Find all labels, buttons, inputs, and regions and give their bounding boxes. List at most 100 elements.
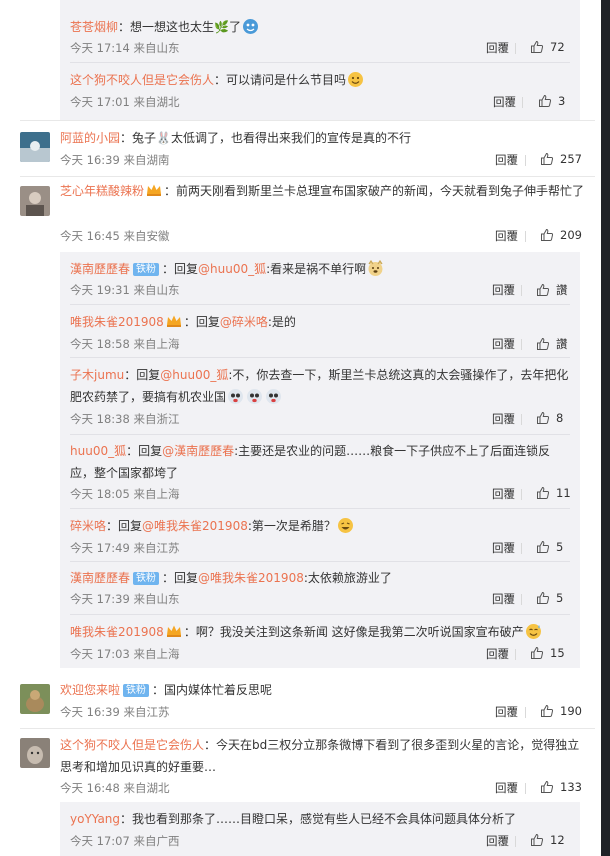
reply-button[interactable]: 回覆 xyxy=(495,228,518,244)
username-link[interactable]: 这个狗不咬人但是它会伤人 xyxy=(60,738,204,752)
crying-emoji-icon xyxy=(227,388,244,405)
reply-thread: 漢南歷歷春 铁粉 ：回复@huu00_狐:看来是祸不单行啊 今天 19:31 来自山… xyxy=(60,252,580,668)
reply-meta: 今天 17:39 来自山东 xyxy=(70,592,180,606)
username-link[interactable]: 漢南歷歷春 xyxy=(70,262,130,276)
like-button[interactable]: 190 xyxy=(540,704,582,718)
like-button[interactable]: 讚 xyxy=(536,282,568,298)
reply-button[interactable]: 回覆 xyxy=(492,336,515,352)
grin-emoji-icon xyxy=(347,71,364,88)
reply-meta: 今天 17:03 来自上海 xyxy=(70,647,180,661)
like-button[interactable]: 12 xyxy=(530,833,565,847)
reply-item: 这个狗不咬人但是它会伤人：可以请问是什么节目吗 今天 17:01 来自湖北 回覆… xyxy=(60,62,580,120)
reply-button[interactable]: 回覆 xyxy=(492,411,515,427)
reply-button[interactable]: 回覆 xyxy=(492,591,515,607)
reply-text: 漢南歷歷春 铁粉 ：回复@huu00_狐:看来是祸不单行啊 xyxy=(70,258,385,280)
username-link[interactable]: 唯我朱雀201908 xyxy=(70,315,164,329)
reply-button[interactable]: 回覆 xyxy=(492,540,515,556)
comment-body: ：国内媒体忙着反思呢 xyxy=(152,683,273,697)
username-link[interactable]: huu00_狐 xyxy=(70,444,126,458)
comment-item: 芝心年糕酸辣粉 ：前两天刚看到斯里兰卡总理宣布国家破产的新闻，今天就看到兔子伸手帮… xyxy=(0,176,610,252)
comment-text: 芝心年糕酸辣粉 ：前两天刚看到斯里兰卡总理宣布国家破产的新闻，今天就看到兔子伸手帮… xyxy=(60,180,584,202)
reply-item: yoYYang：我也看到那条了……目瞪口呆，感觉有些人已经不会具体问题具体分析了… xyxy=(60,802,580,856)
mention-link[interactable]: @漢南歷歷春 xyxy=(162,444,234,458)
username-link[interactable]: yoYYang xyxy=(70,812,120,826)
mention-link[interactable]: @唯我朱雀201908 xyxy=(142,519,248,533)
avatar[interactable] xyxy=(20,186,50,216)
reply-meta: 今天 17:14 来自山东 xyxy=(70,41,180,55)
doge-emoji-icon xyxy=(367,259,384,277)
action-separator xyxy=(521,489,522,500)
thumbs-up-icon xyxy=(536,591,550,605)
mention-link[interactable]: @碎米咯 xyxy=(220,315,268,329)
like-count: 讚 xyxy=(556,283,568,297)
reply-button[interactable]: 回覆 xyxy=(492,486,515,502)
reply-body: ：啊？我没关注到这条新闻 这好像是我第二次听说国家宣布破产 xyxy=(183,625,524,639)
reply-button[interactable]: 回覆 xyxy=(492,282,515,298)
like-button[interactable]: 11 xyxy=(536,486,571,500)
like-button[interactable]: 209 xyxy=(540,228,582,242)
thumbs-up-icon xyxy=(540,152,554,166)
mention-link[interactable]: @huu00_狐 xyxy=(198,262,266,276)
reply-body: ：想一想这也太生🌿了 xyxy=(118,20,241,34)
reply-item: 子木jumu：回复@huu00_狐:不，你去查一下，斯里兰卡总统这真的太会骚操作… xyxy=(60,357,580,434)
username-link[interactable]: 欢迎您来啦 xyxy=(60,683,120,697)
like-button[interactable]: 15 xyxy=(530,646,565,660)
crying-emoji-icon xyxy=(246,388,263,405)
avatar[interactable] xyxy=(20,738,50,768)
username-link[interactable]: 苍苍烟柳 xyxy=(70,20,118,34)
username-link[interactable]: 这个狗不咬人但是它会伤人 xyxy=(70,73,214,87)
like-button[interactable]: 讚 xyxy=(536,336,568,352)
action-separator xyxy=(525,783,526,794)
thumbs-up-icon xyxy=(536,411,550,425)
like-button[interactable]: 3 xyxy=(538,94,565,108)
reply-item: 漢南歷歷春 铁粉 ：回复@huu00_狐:看来是祸不单行啊 今天 19:31 来自山… xyxy=(60,252,580,304)
like-count: 190 xyxy=(560,704,582,718)
username-link[interactable]: 唯我朱雀201908 xyxy=(70,625,164,639)
reply-text: 这个狗不咬人但是它会伤人：可以请问是什么节目吗 xyxy=(70,69,365,91)
username-link[interactable]: 子木jumu xyxy=(70,368,124,382)
thumbs-up-icon xyxy=(538,94,552,108)
reply-button[interactable]: 回覆 xyxy=(495,152,518,168)
reply-body: :太依赖旅游业了 xyxy=(303,571,392,585)
username-link[interactable]: 碎米咯 xyxy=(70,519,106,533)
like-button[interactable]: 8 xyxy=(536,411,563,425)
reply-thread-bottom: yoYYang：我也看到那条了……目瞪口呆，感觉有些人已经不会具体问题具体分析了… xyxy=(60,802,580,856)
mention-link[interactable]: @唯我朱雀201908 xyxy=(198,571,304,585)
thumbs-up-icon xyxy=(530,40,544,54)
reply-button[interactable]: 回覆 xyxy=(486,646,509,662)
action-separator xyxy=(515,836,516,847)
comment-meta: 今天 16:39 来自湖南 xyxy=(60,153,170,167)
reply-item: 苍苍烟柳：想一想这也太生🌿了 今天 17:14 来自山东 回覆 72 xyxy=(60,0,580,62)
thumbs-up-icon xyxy=(536,337,550,351)
like-button[interactable]: 5 xyxy=(536,540,563,554)
reply-button[interactable]: 回覆 xyxy=(495,780,518,796)
mention-link[interactable]: @huu00_狐 xyxy=(160,368,228,382)
thumbs-up-icon xyxy=(530,646,544,660)
avatar[interactable] xyxy=(20,132,50,162)
like-button[interactable]: 133 xyxy=(540,780,582,794)
reply-meta: 今天 18:38 来自浙江 xyxy=(70,412,180,426)
like-button[interactable]: 72 xyxy=(530,40,565,54)
crown-badge-icon xyxy=(166,623,182,637)
reply-meta: 今天 18:05 来自上海 xyxy=(70,487,180,501)
thumbs-up-icon xyxy=(540,704,554,718)
reply-text: 子木jumu：回复@huu00_狐:不，你去查一下，斯里兰卡总统这真的太会骚操作… xyxy=(70,364,570,408)
username-link[interactable]: 芝心年糕酸辣粉 xyxy=(60,184,144,198)
reply-thread-top: 苍苍烟柳：想一想这也太生🌿了 今天 17:14 来自山东 回覆 72 这个狗不咬… xyxy=(60,0,580,120)
reply-body: :是的 xyxy=(267,315,296,329)
thumbs-up-icon xyxy=(536,283,550,297)
reply-button[interactable]: 回覆 xyxy=(493,94,516,110)
reply-text: 唯我朱雀201908 ：回复@碎米咯:是的 xyxy=(70,311,296,333)
action-separator xyxy=(525,707,526,718)
username-link[interactable]: 漢南歷歷春 xyxy=(70,571,130,585)
reply-button[interactable]: 回覆 xyxy=(486,40,509,56)
reply-button[interactable]: 回覆 xyxy=(486,833,509,849)
avatar[interactable] xyxy=(20,684,50,714)
reply-button[interactable]: 回覆 xyxy=(495,704,518,720)
username-link[interactable]: 阿蓝的小园 xyxy=(60,131,120,145)
comment-item: 这个狗不咬人但是它会伤人：今天在bd三权分立那条微博下看到了很多歪到火星的言论，… xyxy=(0,728,610,800)
reply-prefix: ：回复 xyxy=(162,262,199,276)
reply-body: ：可以请问是什么节目吗 xyxy=(214,73,347,87)
like-button[interactable]: 5 xyxy=(536,591,563,605)
like-button[interactable]: 257 xyxy=(540,152,582,166)
